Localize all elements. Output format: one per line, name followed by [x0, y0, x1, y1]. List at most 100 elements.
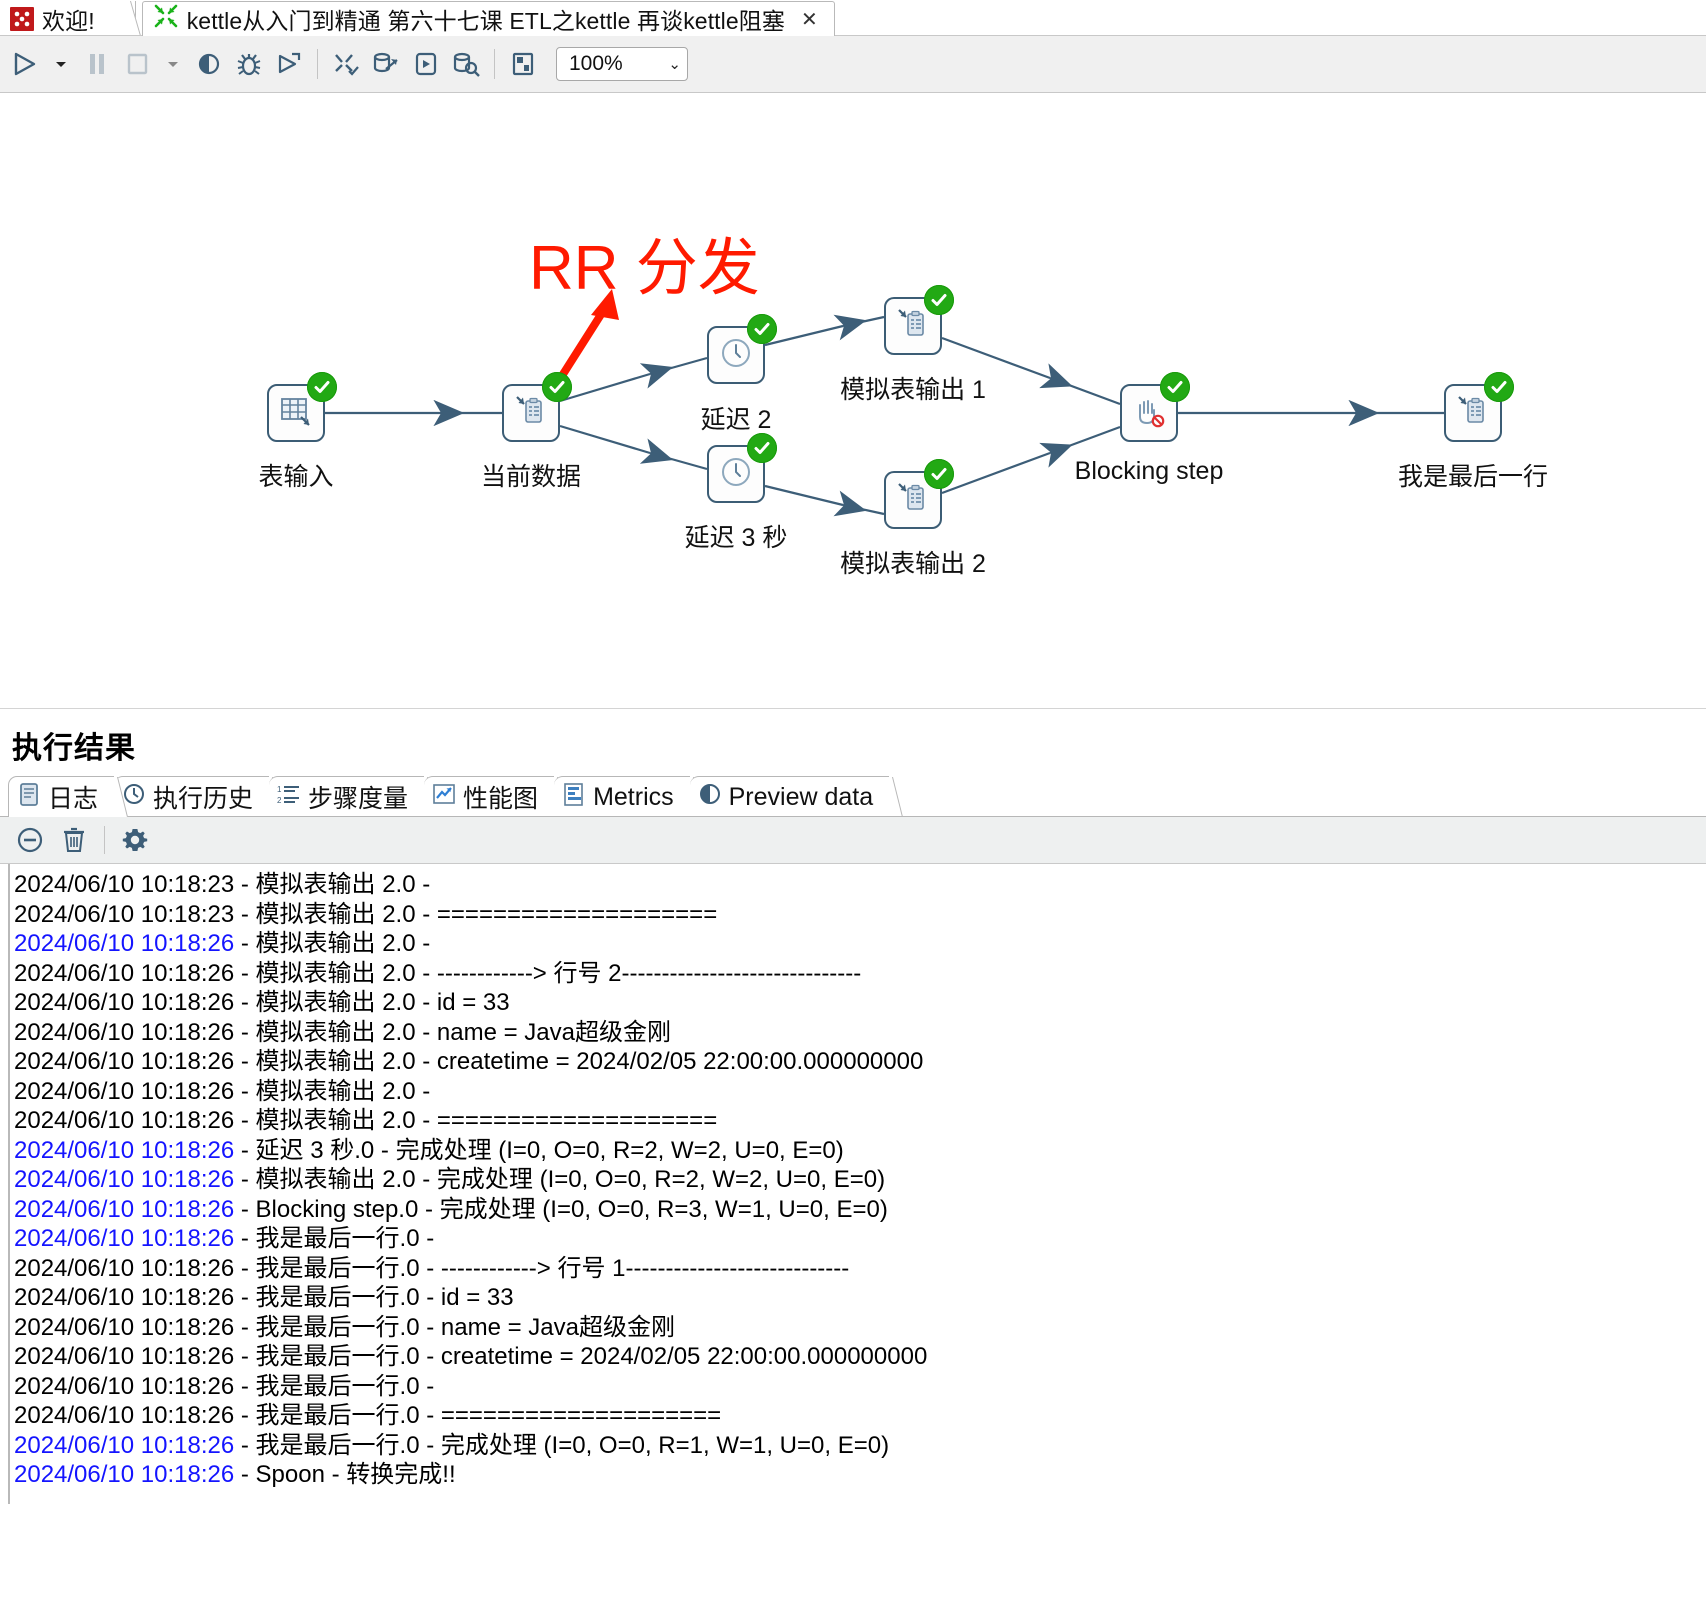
run-button[interactable]	[6, 44, 44, 84]
log-message: - 延迟 3 秒.0 - 完成处理 (I=0, O=0, R=2, W=2, U…	[234, 1136, 844, 1164]
trash-icon[interactable]	[54, 820, 94, 860]
tab-metrics[interactable]: Metrics	[554, 776, 690, 817]
status-ok-icon	[747, 433, 777, 463]
status-ok-icon	[307, 372, 337, 402]
log-line: 2024/06/10 10:18:26 - Spoon - 转换完成!!	[14, 1460, 1706, 1490]
svg-text:2: 2	[277, 796, 282, 805]
metrics-bar-icon	[562, 781, 586, 814]
tab-welcome-label: 欢迎!	[42, 7, 95, 34]
log-message: - 模拟表输出 2.0 - ====================	[234, 1107, 718, 1134]
log-line: 2024/06/10 10:18:26 - 我是最后一行.0 - 完成处理 (I…	[14, 1431, 1706, 1461]
step-label-blocking-step: Blocking step	[1074, 457, 1224, 485]
log-icon	[17, 781, 41, 814]
zoom-level-value: 100%	[569, 52, 623, 75]
log-message: - 我是最后一行.0 - 完成处理 (I=0, O=0, R=1, W=1, U…	[234, 1431, 890, 1459]
sql-generate-icon[interactable]	[407, 44, 445, 84]
log-line: 2024/06/10 10:18:26 - 我是最后一行.0 -	[14, 1224, 1706, 1254]
clock-icon	[719, 455, 753, 494]
log-line: 2024/06/10 10:18:26 - 我是最后一行.0 - name = …	[14, 1313, 1706, 1343]
step-mock-output-1[interactable]	[884, 285, 954, 355]
tab-transformation-label: kettle从入门到精通 第六十七课 ETL之kettle 再谈kettle阻塞	[186, 8, 785, 34]
step-delay-2[interactable]	[707, 314, 777, 384]
run-options-dropdown[interactable]	[46, 44, 76, 84]
tab-step-metrics[interactable]: 1 2 步骤度量	[269, 776, 425, 817]
log-line: 2024/06/10 10:18:23 - 模拟表输出 2.0 - ======…	[14, 900, 1706, 930]
step-label-current-data: 当前数据	[480, 463, 582, 491]
tab-welcome[interactable]: 欢迎!	[0, 1, 136, 36]
chevron-down-icon: ⌄	[668, 56, 681, 73]
page-title: 执行结果	[12, 732, 136, 765]
step-blocking-step[interactable]	[1120, 372, 1190, 442]
tab-execution-history[interactable]: 执行历史	[114, 776, 270, 817]
pause-button[interactable]	[78, 44, 116, 84]
play-replay-icon[interactable]	[270, 44, 308, 84]
log-timestamp: 2024/06/10 10:18:26	[14, 959, 235, 987]
log-timestamp: 2024/06/10 10:18:26	[14, 1195, 235, 1223]
log-line: 2024/06/10 10:18:26 - 我是最后一行.0 - id = 33	[14, 1283, 1706, 1313]
toolbar-divider	[317, 49, 318, 79]
bug-icon[interactable]	[230, 44, 268, 84]
toolbar-divider-2	[494, 49, 495, 79]
log-line: 2024/06/10 10:18:26 - 模拟表输出 2.0 - ------…	[14, 959, 1706, 989]
clipboard-icon	[895, 306, 931, 347]
tab-preview-data[interactable]: Preview data	[689, 776, 890, 817]
step-current-data[interactable]	[502, 372, 572, 442]
log-line: 2024/06/10 10:18:26 - 我是最后一行.0 - createt…	[14, 1342, 1706, 1372]
log-message: - 模拟表输出 2.0 - createtime = 2024/02/05 22…	[234, 1048, 924, 1075]
log-line: 2024/06/10 10:18:26 - 模拟表输出 2.0 -	[14, 929, 1706, 959]
step-mock-output-2[interactable]	[884, 459, 954, 529]
log-message: - 模拟表输出 2.0 -	[234, 871, 437, 898]
tab-log[interactable]: 日志	[8, 776, 115, 817]
preview-eye-icon[interactable]	[190, 44, 228, 84]
clipboard-icon	[895, 480, 931, 521]
log-timestamp: 2024/06/10 10:18:26	[14, 1166, 235, 1193]
blocking-hand-icon	[1131, 393, 1167, 434]
tab-performance-graph[interactable]: 性能图	[424, 776, 555, 817]
zoom-level-select[interactable]: 100% ⌄	[556, 47, 688, 81]
log-timestamp: 2024/06/10 10:18:26	[14, 930, 235, 957]
tab-transformation[interactable]: kettle从入门到精通 第六十七课 ETL之kettle 再谈kettle阻塞…	[141, 1, 835, 36]
log-output-panel[interactable]: 2024/06/10 10:18:23 - 模拟表输出 2.0 - 2024/0…	[0, 864, 1706, 1504]
log-message: - 我是最后一行.0 - ------------> 行号 1---------…	[234, 1254, 850, 1282]
step-label-table-input: 表输入	[258, 463, 334, 491]
svg-text:1: 1	[277, 785, 282, 794]
log-timestamp: 2024/06/10 10:18:26	[14, 1136, 235, 1164]
gear-icon[interactable]	[115, 820, 155, 860]
db-impact-icon[interactable]	[367, 44, 405, 84]
clipboard-icon	[1455, 393, 1491, 434]
log-timestamp: 2024/06/10 10:18:26	[14, 1461, 235, 1488]
stop-button[interactable]	[118, 44, 156, 84]
transformation-canvas[interactable]: RR 分发 表输入 当前数据 延迟 2 延迟 3 秒 模拟表输出 1 模拟表输出…	[0, 93, 1706, 709]
log-line: 2024/06/10 10:18:26 - 模拟表输出 2.0 - id = 3…	[14, 988, 1706, 1018]
log-line: 2024/06/10 10:18:26 - 模拟表输出 2.0 - ======…	[14, 1106, 1706, 1136]
status-ok-icon	[1484, 372, 1514, 402]
log-message: - 模拟表输出 2.0 - ====================	[234, 900, 718, 928]
log-message: - 我是最后一行.0 - id = 33	[234, 1284, 514, 1311]
log-toolbar	[0, 817, 1706, 864]
transformation-check-icon[interactable]	[327, 44, 365, 84]
log-message: - 模拟表输出 2.0 - 完成处理 (I=0, O=0, R=2, W=2, …	[234, 1166, 886, 1193]
tab-metrics-label: Metrics	[593, 782, 674, 811]
log-message: - 模拟表输出 2.0 -	[234, 930, 437, 957]
step-delay-3s[interactable]	[707, 433, 777, 503]
log-timestamp: 2024/06/10 10:18:23	[14, 871, 235, 898]
db-search-icon[interactable]	[447, 44, 485, 84]
minus-circle-icon[interactable]	[10, 820, 50, 860]
tab-execution-history-label: 执行历史	[153, 785, 254, 813]
clock-icon	[719, 336, 753, 375]
log-line: 2024/06/10 10:18:26 - 模拟表输出 2.0 - create…	[14, 1047, 1706, 1077]
step-last-row[interactable]	[1444, 372, 1514, 442]
step-table-input[interactable]	[267, 372, 337, 442]
log-message: - 模拟表输出 2.0 - ------------> 行号 2--------…	[234, 959, 862, 987]
log-message: - Blocking step.0 - 完成处理 (I=0, O=0, R=3,…	[234, 1195, 888, 1223]
main-toolbar: 100% ⌄	[0, 36, 1706, 93]
close-icon[interactable]: ✕	[801, 7, 818, 32]
status-ok-icon	[924, 285, 954, 315]
layout-grid-icon[interactable]	[504, 44, 542, 84]
step-label-mock-output-1: 模拟表输出 1	[840, 376, 986, 404]
stop-options-dropdown[interactable]	[158, 44, 188, 84]
annotation-label: RR 分发	[529, 234, 760, 303]
log-timestamp: 2024/06/10 10:18:26	[14, 1018, 235, 1046]
log-timestamp: 2024/06/10 10:18:26	[14, 1343, 235, 1370]
step-label-delay-2: 延迟 2	[700, 406, 772, 434]
